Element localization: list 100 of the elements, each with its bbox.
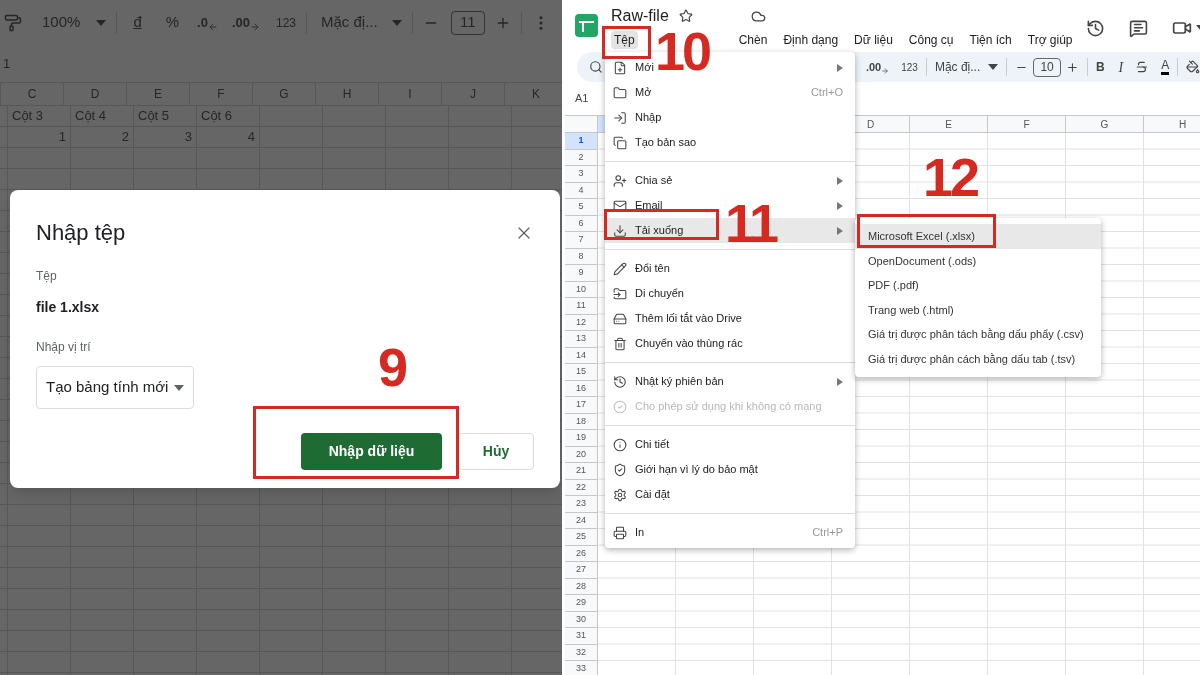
row-header[interactable]: 27 bbox=[565, 562, 598, 579]
menu-bar-item[interactable]: Dữ liệu bbox=[851, 31, 896, 49]
menu-item[interactable]: Mở Ctrl+O bbox=[605, 80, 855, 105]
search-icon[interactable] bbox=[589, 60, 603, 74]
import-button[interactable]: Nhập dữ liệu bbox=[301, 433, 442, 470]
shortcut-label: Ctrl+O bbox=[810, 85, 843, 101]
submenu-item[interactable]: Giá trị được phân cách bằng dấu tab (.tsv) bbox=[855, 346, 1101, 371]
menu-item[interactable]: Di chuyển bbox=[605, 281, 855, 306]
highlight-frame bbox=[602, 26, 651, 59]
submenu-arrow-icon bbox=[837, 63, 843, 72]
check-circle-icon bbox=[613, 399, 627, 414]
new-sheet-icon bbox=[613, 60, 627, 75]
menu-item[interactable]: Đổi tên bbox=[605, 256, 855, 281]
menu-bar-item[interactable]: Định dạng bbox=[780, 31, 842, 49]
row-header[interactable]: 3 bbox=[565, 166, 598, 183]
table-cell-text: Cột 6 bbox=[200, 107, 234, 126]
table-cell-text: 2 bbox=[120, 128, 130, 147]
row-header[interactable]: 1 bbox=[565, 133, 598, 150]
add-person-icon bbox=[613, 173, 627, 188]
menu-bar-item[interactable]: Tiện ích bbox=[966, 31, 1015, 49]
font-select[interactable]: Mặc đị... bbox=[934, 58, 981, 76]
bold-button[interactable]: B bbox=[1095, 58, 1105, 76]
column-header[interactable]: E bbox=[910, 116, 988, 133]
row-header[interactable]: 19 bbox=[565, 430, 598, 447]
folder-icon bbox=[613, 85, 627, 100]
table-cell-text: 3 bbox=[183, 128, 193, 147]
folder-arrow-icon bbox=[613, 286, 627, 301]
row-header[interactable]: 15 bbox=[565, 364, 598, 381]
row-header[interactable]: 21 bbox=[565, 463, 598, 480]
strikethrough-icon[interactable] bbox=[1135, 60, 1150, 74]
history-icon[interactable] bbox=[1085, 18, 1105, 38]
paint-format-icon[interactable] bbox=[4, 13, 22, 32]
submenu-item[interactable]: PDF (.pdf) bbox=[855, 273, 1101, 298]
paint-bucket-icon[interactable] bbox=[1186, 60, 1200, 74]
text-color-button[interactable]: A bbox=[1161, 59, 1170, 75]
comment-icon[interactable] bbox=[1128, 18, 1148, 38]
download-icon bbox=[613, 223, 627, 238]
row-header[interactable]: 9 bbox=[565, 265, 598, 282]
menu-bar-item[interactable]: Trợ giúp bbox=[1024, 31, 1076, 49]
row-header[interactable]: 13 bbox=[565, 331, 598, 348]
increase-decimals-button[interactable]: .00 bbox=[865, 58, 890, 76]
location-select[interactable]: Tạo bảng tính mới bbox=[36, 366, 194, 409]
document-title[interactable]: Raw-file bbox=[611, 7, 669, 25]
row-header[interactable]: 7 bbox=[565, 232, 598, 249]
menu-item[interactable]: Nhật ký phiên bản bbox=[605, 369, 855, 394]
row-header[interactable]: 25 bbox=[565, 529, 598, 546]
column-header[interactable]: F bbox=[988, 116, 1066, 133]
column-header[interactable]: H bbox=[1144, 116, 1200, 133]
menu-bar-item[interactable]: Tệp bbox=[611, 31, 638, 49]
dialog-title: Nhập tệp bbox=[36, 219, 126, 247]
step-number: 12 bbox=[923, 150, 978, 204]
submenu-item[interactable]: Trang web (.html) bbox=[855, 297, 1101, 322]
row-header[interactable]: 23 bbox=[565, 496, 598, 513]
row-header[interactable]: 17 bbox=[565, 397, 598, 414]
number-format-button[interactable]: 123 bbox=[901, 59, 918, 75]
table-cell-text: Cột 5 bbox=[137, 107, 171, 126]
file-name: file 1.xlsx bbox=[36, 298, 100, 317]
table-cell-text: 4 bbox=[246, 128, 256, 147]
submenu-item[interactable]: OpenDocument (.ods) bbox=[855, 248, 1101, 273]
settings-icon bbox=[613, 487, 627, 502]
submenu-arrow-icon bbox=[837, 176, 843, 185]
menu-item[interactable]: Chi tiết bbox=[605, 432, 855, 457]
submenu-arrow-icon bbox=[837, 226, 843, 235]
menu-item[interactable]: Giới hạn vì lý do bảo mật bbox=[605, 457, 855, 482]
menu-bar-item[interactable]: Công cụ bbox=[905, 31, 957, 49]
increase-font-size-icon[interactable] bbox=[1066, 60, 1079, 74]
row-header[interactable]: 33 bbox=[565, 661, 598, 675]
submenu-item[interactable]: Giá trị được phân tách bằng dấu phẩy (.csv) bbox=[855, 322, 1101, 347]
submenu-item[interactable]: Microsoft Excel (.xlsx) bbox=[855, 224, 1101, 249]
history-icon bbox=[613, 374, 627, 389]
menu-item[interactable]: Tạo bản sao bbox=[605, 130, 855, 155]
caret-icon bbox=[391, 19, 402, 26]
cloud-icon[interactable] bbox=[750, 8, 766, 24]
menu-item[interactable]: Cài đặt bbox=[605, 482, 855, 507]
formula-value: 1 bbox=[3, 54, 11, 73]
row-header[interactable]: 5 bbox=[565, 199, 598, 216]
menu-item[interactable]: Chuyển vào thùng rác bbox=[605, 331, 855, 356]
submenu-arrow-icon bbox=[837, 377, 843, 386]
cancel-button[interactable]: Hủy bbox=[458, 433, 534, 470]
pencil-icon bbox=[613, 261, 627, 276]
sheets-logo bbox=[575, 14, 598, 37]
menu-bar-item[interactable]: Chèn bbox=[735, 31, 771, 49]
row-header[interactable]: 11 bbox=[565, 298, 598, 315]
font-size-field[interactable]: 10 bbox=[1033, 57, 1061, 77]
menu-item[interactable]: In Ctrl+P bbox=[605, 520, 855, 545]
menu-item[interactable]: Thêm lối tắt vào Drive bbox=[605, 306, 855, 331]
menu-item[interactable]: Chia sẻ bbox=[605, 168, 855, 193]
row-header[interactable]: 29 bbox=[565, 595, 598, 612]
row-header[interactable]: 31 bbox=[565, 628, 598, 645]
star-icon[interactable] bbox=[678, 9, 693, 23]
step-number: 10 bbox=[655, 24, 710, 78]
drive-icon bbox=[613, 311, 627, 326]
location-label: Nhập vị trí bbox=[36, 339, 91, 356]
caret-icon bbox=[988, 64, 999, 70]
italic-button[interactable]: I bbox=[1118, 56, 1124, 78]
column-header[interactable]: G bbox=[1066, 116, 1144, 133]
printer-icon bbox=[613, 525, 627, 540]
submenu-arrow-icon bbox=[837, 201, 843, 210]
name-box[interactable]: A1 bbox=[575, 90, 589, 107]
caret-icon bbox=[174, 384, 184, 391]
